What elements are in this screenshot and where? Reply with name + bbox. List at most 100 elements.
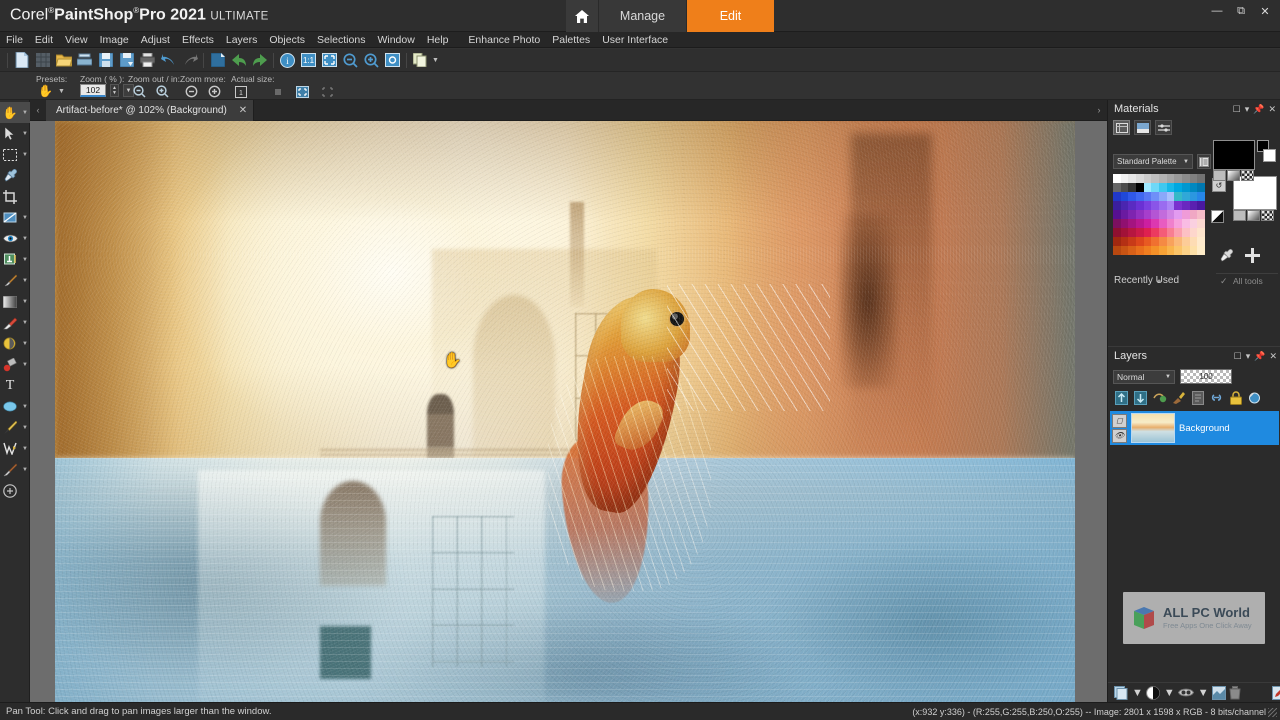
color-swatch[interactable] [1113, 183, 1121, 192]
color-swatch[interactable] [1143, 237, 1152, 246]
zoom-out-button[interactable] [132, 84, 147, 99]
color-swatch[interactable] [1135, 219, 1144, 228]
color-swatch[interactable] [1174, 210, 1182, 219]
background-color-swatch[interactable] [1233, 176, 1277, 210]
color-swatch[interactable] [1120, 219, 1129, 228]
document-tab-close-icon[interactable]: ✕ [239, 105, 247, 116]
color-swatch[interactable] [1135, 210, 1144, 219]
color-swatch[interactable] [1135, 183, 1144, 192]
menu-selections[interactable]: Selections [311, 32, 371, 48]
resize-grip[interactable] [1268, 708, 1277, 717]
menu-enhance-photo[interactable]: Enhance Photo [462, 32, 546, 48]
flood-fill-tool[interactable]: ▼ [0, 354, 30, 375]
pan-tool[interactable]: ✋ ▼ [0, 102, 30, 123]
canvas-area[interactable]: ✋ [30, 121, 1107, 702]
menu-edit[interactable]: Edit [29, 32, 59, 48]
color-swatch[interactable] [1181, 183, 1190, 192]
duplicate-layer-icon[interactable] [1190, 390, 1205, 405]
actual-size-button[interactable]: 1 [233, 84, 248, 99]
color-swatch[interactable] [1135, 201, 1144, 210]
color-swatch[interactable] [1158, 246, 1167, 255]
color-swatch[interactable] [1120, 201, 1129, 210]
tab-edit[interactable]: Edit [686, 0, 774, 32]
color-swatch[interactable] [1128, 192, 1136, 201]
background-gradient-button[interactable] [1247, 210, 1260, 221]
menu-layers[interactable]: Layers [220, 32, 264, 48]
preset-shape-tool-flyout-arrow-icon[interactable]: ▼ [22, 404, 28, 410]
menu-user-interface[interactable]: User Interface [596, 32, 674, 48]
menu-palettes[interactable]: Palettes [546, 32, 596, 48]
palette-select[interactable]: Standard Palette ▼ [1113, 154, 1193, 169]
new-raster-layer-icon[interactable] [1114, 390, 1129, 405]
color-swatch[interactable] [1128, 237, 1136, 246]
color-swatch[interactable] [1174, 237, 1182, 246]
pan-tool-flyout-arrow-icon[interactable]: ▼ [22, 110, 28, 116]
foreground-pattern-button[interactable] [1241, 170, 1254, 181]
color-swatch[interactable] [1135, 174, 1144, 183]
color-swatch[interactable] [1113, 174, 1121, 183]
chevron-right-icon[interactable]: › [1091, 100, 1107, 120]
gradient-tool-flyout-arrow-icon[interactable]: ▼ [22, 299, 28, 305]
color-swatch[interactable] [1143, 246, 1152, 255]
color-swatch[interactable] [1151, 237, 1159, 246]
color-swatch[interactable] [1158, 201, 1167, 210]
more-tools[interactable] [0, 480, 30, 501]
color-swatch[interactable] [1113, 210, 1121, 219]
tab-manage[interactable]: Manage [598, 0, 686, 32]
menu-view[interactable]: View [59, 32, 94, 48]
hand-preset-icon[interactable]: ✋ [38, 84, 53, 98]
foreground-color-swatch[interactable] [1213, 140, 1255, 170]
color-swatch[interactable] [1197, 174, 1205, 183]
menu-icon[interactable]: ▾ [1245, 104, 1250, 115]
color-swatch[interactable] [1181, 201, 1190, 210]
new-mask-layer-icon[interactable] [1152, 390, 1167, 405]
close-icon[interactable]: ✕ [1268, 104, 1276, 115]
color-swatch[interactable] [1197, 237, 1205, 246]
color-swatch[interactable] [1189, 246, 1198, 255]
color-swatch[interactable] [1174, 174, 1182, 183]
menu-effects[interactable]: Effects [176, 32, 220, 48]
eraser-tool[interactable]: ▼ [0, 312, 30, 333]
color-swatch[interactable] [1120, 183, 1129, 192]
zoom-more-in-button[interactable] [207, 84, 222, 99]
color-swatch[interactable] [1143, 201, 1152, 210]
pick-tool-flyout-arrow-icon[interactable]: ▼ [22, 131, 28, 137]
color-swatch[interactable] [1197, 192, 1205, 201]
color-swatch[interactable] [1166, 237, 1175, 246]
color-swatch[interactable] [1143, 192, 1152, 201]
color-swatch[interactable] [1120, 237, 1129, 246]
mask-dropdown-arrow-icon[interactable]: ▼ [1198, 685, 1209, 701]
color-swatch[interactable] [1120, 192, 1129, 201]
color-swatch[interactable] [1120, 210, 1129, 219]
color-swatch[interactable] [1158, 228, 1167, 237]
duplicate-icon[interactable] [410, 50, 431, 71]
color-swatch[interactable] [1143, 174, 1152, 183]
color-swatch[interactable] [1174, 246, 1182, 255]
color-swatch[interactable] [1113, 219, 1121, 228]
zoom-in-icon[interactable] [361, 50, 382, 71]
menu-icon[interactable]: ▾ [1246, 351, 1251, 362]
layer-opacity-slider[interactable]: 100 [1180, 369, 1232, 384]
color-swatch[interactable] [1166, 201, 1175, 210]
background-mini-swatch[interactable] [1263, 149, 1276, 162]
color-swatch[interactable] [1151, 183, 1159, 192]
color-swatch[interactable] [1189, 192, 1198, 201]
layer-effects-icon[interactable] [1271, 685, 1280, 701]
new-mask-icon[interactable] [1177, 685, 1194, 701]
maximize-icon[interactable]: ☐ [1234, 351, 1242, 362]
revert-icon[interactable] [207, 50, 228, 71]
color-swatch[interactable] [1189, 219, 1198, 228]
undo-icon[interactable] [158, 50, 179, 71]
color-swatch[interactable] [1181, 246, 1190, 255]
color-swatch[interactable] [1189, 183, 1198, 192]
reset-black-white-icon[interactable] [1211, 210, 1224, 223]
color-swatch[interactable] [1135, 192, 1144, 201]
selection-tool[interactable]: ▼ [0, 144, 30, 165]
color-swatch[interactable] [1174, 183, 1182, 192]
crop-tool[interactable] [0, 186, 30, 207]
flood-fill-tool-flyout-arrow-icon[interactable]: ▼ [22, 362, 28, 368]
color-swatch[interactable] [1113, 192, 1121, 201]
color-swatch[interactable] [1143, 219, 1152, 228]
selection-tool-flyout-arrow-icon[interactable]: ▼ [22, 152, 28, 158]
eyedropper-icon[interactable] [1220, 248, 1233, 263]
